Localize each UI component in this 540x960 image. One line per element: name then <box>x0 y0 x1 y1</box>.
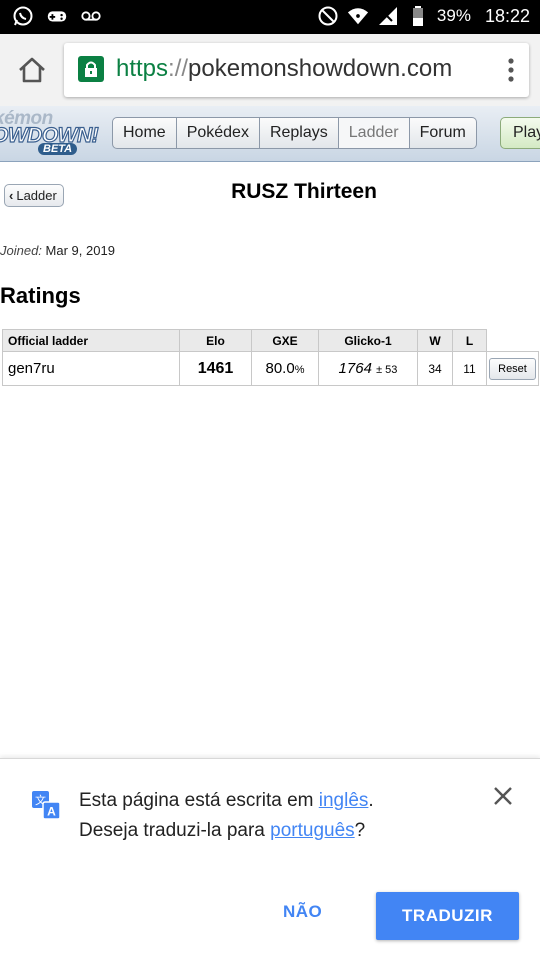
voicemail-icon <box>80 5 102 27</box>
site-nav: Home Pokédex Replays Ladder Forum <box>112 117 477 149</box>
showdown-logo[interactable]: kémon OWDOWN! BETA <box>0 106 106 160</box>
chevron-left-icon: ‹ <box>9 188 14 203</box>
col-official-ladder: Official ladder <box>2 329 180 352</box>
clock: 18:22 <box>484 5 530 26</box>
svg-text:A: A <box>47 805 56 819</box>
page-title: RUSZ Thirteen <box>231 180 377 203</box>
decline-button[interactable]: NÃO <box>283 902 322 922</box>
target-language-link[interactable]: português <box>270 820 355 841</box>
action-cell: Reset <box>486 351 539 386</box>
translate-message: Esta página está escrita em inglês. Dese… <box>79 790 374 841</box>
nav-pokedex[interactable]: Pokédex <box>176 117 260 149</box>
play-button[interactable]: Play <box>500 117 540 149</box>
whatsapp-icon <box>12 5 34 27</box>
lock-icon[interactable] <box>78 56 104 82</box>
status-bar: 39% 18:22 <box>0 0 540 34</box>
battery-icon <box>407 5 429 27</box>
ratings-table: Official ladder Elo GXE Glicko-1 W L gen… <box>2 329 539 386</box>
browser-toolbar: https://pokemonshowdown.com <box>0 34 540 106</box>
losses-cell: 11 <box>452 351 487 386</box>
ratings-heading: Ratings <box>0 283 81 308</box>
wins-cell: 34 <box>417 351 453 386</box>
col-action <box>486 329 539 352</box>
col-glicko: Glicko-1 <box>318 329 418 352</box>
nav-home[interactable]: Home <box>112 117 177 149</box>
gxe-cell: 80.0% <box>251 351 319 386</box>
do-not-disturb-icon <box>317 5 339 27</box>
site-header: kémon OWDOWN! BETA Home Pokédex Replays … <box>0 106 540 162</box>
glicko-cell: 1764 ± 53 <box>318 351 418 386</box>
game-controller-icon <box>46 5 68 27</box>
source-language-link[interactable]: inglês <box>319 790 369 811</box>
battery-percent: 39% <box>436 6 471 25</box>
wifi-icon <box>347 5 369 27</box>
col-gxe: GXE <box>251 329 319 352</box>
table-row: gen7ru 1461 80.0% 1764 ± 53 34 11 Reset <box>2 351 539 386</box>
col-elo: Elo <box>179 329 252 352</box>
signal-icon <box>377 5 399 27</box>
translate-bar: 文A Esta página está escrita em inglês. D… <box>0 758 540 960</box>
format-cell: gen7ru <box>2 351 180 386</box>
overflow-menu-icon[interactable] <box>507 57 515 83</box>
close-icon[interactable] <box>490 783 516 809</box>
nav-ladder[interactable]: Ladder <box>338 117 410 149</box>
col-wins: W <box>417 329 453 352</box>
address-bar[interactable]: https://pokemonshowdown.com <box>64 43 529 97</box>
nav-replays[interactable]: Replays <box>259 117 339 149</box>
elo-cell: 1461 <box>179 351 252 386</box>
col-losses: L <box>452 329 487 352</box>
url-text[interactable]: https://pokemonshowdown.com <box>116 55 452 83</box>
translate-icon: 文A <box>32 791 61 820</box>
back-label: Ladder <box>16 188 57 203</box>
table-header-row: Official ladder Elo GXE Glicko-1 W L <box>2 329 539 352</box>
reset-button[interactable]: Reset <box>489 357 536 380</box>
joined-date: Joined: Mar 9, 2019 <box>0 243 115 258</box>
home-icon[interactable] <box>16 54 48 86</box>
nav-forum[interactable]: Forum <box>409 117 477 149</box>
translate-button[interactable]: TRADUZIR <box>376 892 519 940</box>
back-to-ladder-button[interactable]: ‹ Ladder <box>4 184 64 207</box>
